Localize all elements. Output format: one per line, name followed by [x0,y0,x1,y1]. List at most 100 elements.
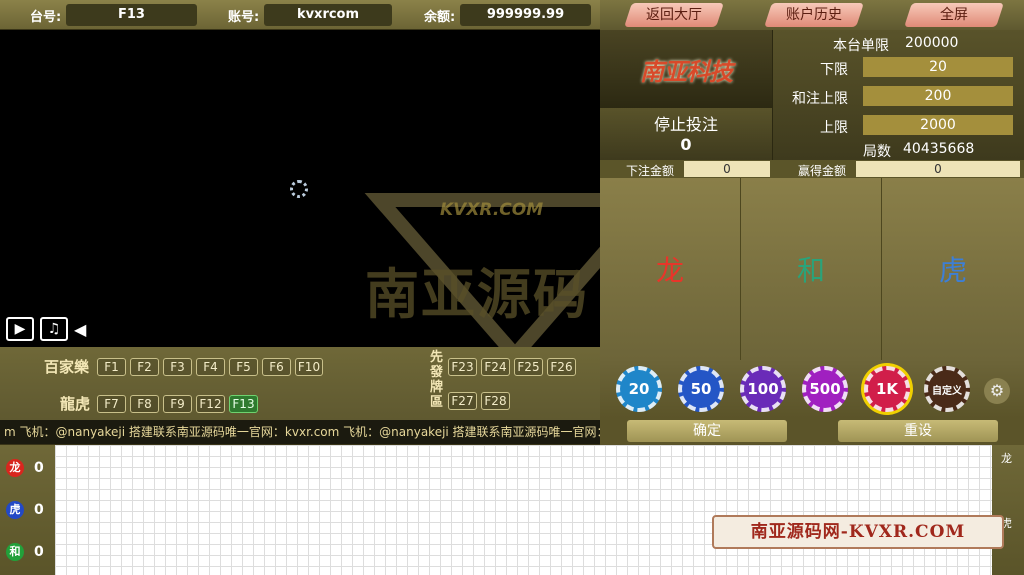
chip-tray: 20 50 100 500 1K 自定义 ⚙ [600,360,1024,418]
chip-custom-label: 自定义 [932,385,962,397]
nav-bar: 返回大厅 账户历史 全屏 [600,0,1024,30]
tiger-count: 0 [34,502,44,518]
table-button-f13[interactable]: F13 [229,395,258,413]
watermark-text: 南亚源码 [365,263,589,326]
table-button-f5[interactable]: F5 [229,358,258,376]
table-button-f27[interactable]: F27 [448,392,477,410]
chip-100-label: 100 [747,380,779,398]
chip-20[interactable]: 20 [616,366,662,412]
bet-zone-tie[interactable]: 和 [741,178,882,360]
info-bar: 台号: F13 账号: kvxrcom 余额: 999999.99 [0,0,600,30]
baccarat-group-label: 百家樂 [44,358,90,376]
account-value: kvxrcom [264,4,392,26]
max-limit-label: 上限 [820,120,848,136]
min-limit-label: 下限 [820,62,848,78]
back-to-lobby-button[interactable]: 返回大厅 [624,3,724,27]
chip-500[interactable]: 500 [802,366,848,412]
bet-amount-label: 下注金额 [626,164,675,178]
dragon-label: 龙 [655,254,684,287]
table-button-f25[interactable]: F25 [514,358,543,376]
account-history-label: 账户历史 [786,7,842,23]
roadmap-side-tabs: 龙 虎 [992,445,1024,575]
video-camera-icon[interactable]: ▶ [6,317,34,341]
tie-label: 和 [796,254,825,287]
back-to-lobby-label: 返回大厅 [646,7,702,23]
bet-zones: 龙 和 虎 [600,178,1024,360]
table-limit-value: 200000 [905,35,959,51]
table-limit-label: 本台单限 [833,38,889,54]
rounds-value: 40435668 [903,141,975,157]
marquee-ticker: m 飞机：@nanyakeji 搭建联系南亚源码唯一官网：kvxr.com 飞机… [0,420,600,444]
betting-countdown: 0 [680,135,692,154]
table-button-f24[interactable]: F24 [481,358,510,376]
chip-500-label: 500 [809,380,841,398]
road-tab-dragon[interactable]: 龙 [1001,450,1012,466]
tiger-dot: 虎 [6,501,24,519]
dragon-tiger-group-label: 龍虎 [60,395,91,413]
roadmap-grid [55,445,992,575]
table-selector: 百家樂 F1 F2 F3 F4 F5 F6 F10 龍虎 F7 F8 F9 F1… [0,347,600,420]
bet-amount-bar: 下注金额 0 赢得金额 0 [600,160,1024,178]
min-limit-value: 20 [863,57,1013,77]
action-bar: 确定 重设 [600,418,1024,445]
brand-banner: 南亚源码网-KVXR.COM [712,515,1004,549]
bet-zone-dragon[interactable]: 龙 [600,178,741,360]
bet-zone-tiger[interactable]: 虎 [882,178,1024,360]
fullscreen-label: 全屏 [940,7,968,23]
betting-status: 停止投注 0 [600,108,772,160]
table-button-f4[interactable]: F4 [196,358,225,376]
watermark-url: KVXR.COM [440,200,544,220]
brand-logo-box: 南亚科技 [600,30,772,108]
fullscreen-button[interactable]: 全屏 [904,3,1004,27]
chip-1k[interactable]: 1K [864,366,910,412]
reset-button[interactable]: 重设 [838,420,998,442]
table-button-f9[interactable]: F9 [163,395,192,413]
table-button-f12[interactable]: F12 [196,395,225,413]
chip-100[interactable]: 100 [740,366,786,412]
chip-20-label: 20 [628,380,650,398]
rounds-label: 局数 [863,144,891,160]
limits-panel: 本台单限 200000 下限 20 和注上限 200 上限 2000 局数 40… [772,30,1024,160]
media-controls: ▶ ♫ ◀ [6,315,86,343]
deal-first-group-label: 先發牌區 [430,350,444,410]
table-button-f8[interactable]: F8 [130,395,159,413]
roadmap-summary: 龙 0 虎 0 和 0 [0,445,55,575]
account-history-button[interactable]: 账户历史 [764,3,864,27]
bet-amount-value: 0 [684,161,770,177]
roadmap: 龙 0 虎 0 和 0 龙 虎 [0,445,1024,575]
tie-count: 0 [34,544,44,560]
table-label: 台号: [30,10,62,25]
table-button-f7[interactable]: F7 [97,395,126,413]
table-button-f3[interactable]: F3 [163,358,192,376]
triangle-left-icon[interactable]: ◀ [74,320,86,339]
account-label: 账号: [228,10,260,25]
max-limit-value: 2000 [863,115,1013,135]
dragon-count: 0 [34,460,44,476]
betting-status-text: 停止投注 [653,115,718,134]
gear-icon[interactable]: ⚙ [984,378,1010,404]
confirm-button[interactable]: 确定 [627,420,787,442]
table-value: F13 [66,4,197,26]
loading-spinner-icon [290,180,308,198]
brand-logo: 南亚科技 [640,56,733,86]
tie-dot: 和 [6,543,24,561]
dragon-dot: 龙 [6,459,24,477]
tie-max-label: 和注上限 [792,91,848,107]
tiger-label: 虎 [938,254,967,287]
table-button-f10[interactable]: F10 [295,358,323,376]
music-note-icon[interactable]: ♫ [40,317,68,341]
table-button-f6[interactable]: F6 [262,358,291,376]
win-amount-label: 赢得金额 [798,164,847,178]
chip-50-label: 50 [690,380,712,398]
table-button-f26[interactable]: F26 [547,358,576,376]
chip-50[interactable]: 50 [678,366,724,412]
balance-value: 999999.99 [460,4,591,26]
balance-label: 余额: [424,10,456,25]
table-button-f28[interactable]: F28 [481,392,510,410]
win-amount-value: 0 [856,161,1020,177]
table-button-f2[interactable]: F2 [130,358,159,376]
table-button-f23[interactable]: F23 [448,358,477,376]
chip-custom[interactable]: 自定义 [924,366,970,412]
table-button-f1[interactable]: F1 [97,358,126,376]
tie-max-value: 200 [863,86,1013,106]
